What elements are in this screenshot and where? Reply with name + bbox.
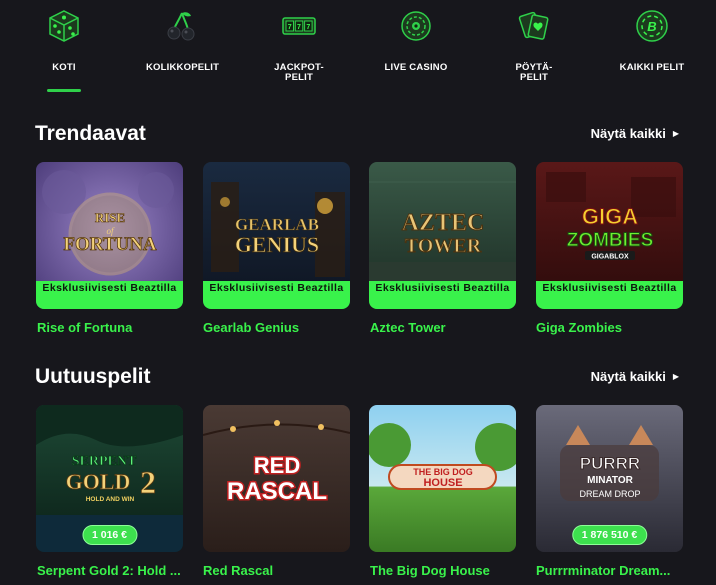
game-card-the-big-dog-house[interactable]: THE BIG DOG HOUSE xyxy=(369,405,516,552)
game-title[interactable]: The Big Dog House xyxy=(370,563,520,578)
game-title[interactable]: Gearlab Genius xyxy=(203,320,353,335)
arrow-right-icon: ▶ xyxy=(672,372,679,381)
game-card-gearlab-genius[interactable]: GEARLAB GENIUS Eksklusiivisesti Beaztill… xyxy=(203,162,350,309)
game-title[interactable]: Purrrminator Dream... xyxy=(536,563,686,578)
nav-item-jackpot-pelit[interactable]: 7 7 7 JACKPOT-PELIT xyxy=(249,0,349,96)
svg-text:7: 7 xyxy=(297,24,301,31)
svg-text:GIGA: GIGA xyxy=(582,204,638,229)
jackpot-amount-badge: 1 016 € xyxy=(81,525,138,545)
see-all-label: Näytä kaikki xyxy=(590,126,666,141)
cherries-icon xyxy=(161,6,201,46)
nav-item-kaikki-pelit[interactable]: B KAIKKI PELIT xyxy=(602,0,702,96)
nav-label: KOLIKKOPELIT xyxy=(146,62,220,73)
game-title[interactable]: Red Rascal xyxy=(203,563,353,578)
nav-label: KAIKKI PELIT xyxy=(619,62,685,73)
svg-text:AZTEC: AZTEC xyxy=(402,210,485,236)
game-art: THE BIG DOG HOUSE xyxy=(369,405,516,552)
game-card-serpent-gold-2[interactable]: SERPENT GOLD 2 HOLD AND WIN 1 016 € xyxy=(36,405,183,552)
dice-icon xyxy=(44,6,84,46)
roulette-icon xyxy=(396,6,436,46)
nav-label: LIVE CASINO xyxy=(384,62,448,73)
section-title-trending: Trendaavat xyxy=(35,122,146,145)
nav-item-kolikkopelit[interactable]: KOLIKKOPELIT xyxy=(131,0,231,96)
see-all-label: Näytä kaikki xyxy=(590,369,666,384)
svg-text:7: 7 xyxy=(306,24,310,31)
svg-text:PURRR: PURRR xyxy=(580,454,640,473)
svg-text:B: B xyxy=(647,19,656,34)
svg-text:2: 2 xyxy=(140,464,156,500)
game-title[interactable]: Aztec Tower xyxy=(370,320,520,335)
nav-label: KOTI xyxy=(52,62,76,73)
nav-label: JACKPOT-PELIT xyxy=(274,62,324,83)
game-card-rise-of-fortuna[interactable]: RISE of FORTUNA Eksklusiivisesti Beaztil… xyxy=(36,162,183,309)
svg-text:TOWER: TOWER xyxy=(405,235,482,257)
svg-text:HOUSE: HOUSE xyxy=(423,477,462,489)
svg-text:SERPENT: SERPENT xyxy=(72,454,137,469)
svg-text:ZOMBIES: ZOMBIES xyxy=(567,230,654,251)
svg-text:FORTUNA: FORTUNA xyxy=(63,234,157,255)
section-title-new-games: Uutuuspelit xyxy=(35,365,151,388)
svg-text:GIGABLOX: GIGABLOX xyxy=(591,254,629,261)
game-title[interactable]: Serpent Gold 2: Hold ... xyxy=(37,563,187,578)
see-all-trending-link[interactable]: Näytä kaikki ▶ xyxy=(591,126,679,141)
svg-text:RISE: RISE xyxy=(95,210,125,225)
exclusive-badge: Eksklusiivisesti Beaztilla xyxy=(536,281,683,309)
exclusive-badge: Eksklusiivisesti Beaztilla xyxy=(369,281,516,309)
svg-text:RED: RED xyxy=(254,453,300,478)
exclusive-badge: Eksklusiivisesti Beaztilla xyxy=(203,281,350,309)
svg-text:7: 7 xyxy=(288,24,292,31)
svg-text:HOLD AND WIN: HOLD AND WIN xyxy=(86,496,135,503)
active-tab-indicator xyxy=(47,89,81,92)
jackpot-amount-badge: 1 876 510 € xyxy=(571,525,648,545)
slot-reels-icon: 7 7 7 xyxy=(279,6,319,46)
arrow-right-icon: ▶ xyxy=(672,129,679,138)
svg-text:DREAM DROP: DREAM DROP xyxy=(579,489,640,499)
game-art: RED RASCAL xyxy=(203,405,350,552)
game-card-red-rascal[interactable]: RED RASCAL xyxy=(203,405,350,552)
game-title[interactable]: Giga Zombies xyxy=(536,320,686,335)
exclusive-badge: Eksklusiivisesti Beaztilla xyxy=(36,281,183,309)
nav-item-live-casino[interactable]: LIVE CASINO xyxy=(366,0,466,96)
category-nav: KOTI KOLIKKOPELIT 7 7 7 JACKPOT-PELIT LI… xyxy=(0,0,716,96)
svg-text:GOLD: GOLD xyxy=(66,469,131,494)
nav-item-koti[interactable]: KOTI xyxy=(14,0,114,96)
game-card-purrrminator-dream-drop[interactable]: PURRR MINATOR DREAM DROP 1 876 510 € xyxy=(536,405,683,552)
game-card-giga-zombies[interactable]: GIGA ZOMBIES GIGABLOX Eksklusiivisesti B… xyxy=(536,162,683,309)
svg-text:GENIUS: GENIUS xyxy=(235,232,319,257)
nav-item-poyta-pelit[interactable]: PÖYTÄ- PELIT xyxy=(484,0,584,96)
svg-text:RASCAL: RASCAL xyxy=(227,478,327,505)
playing-cards-icon xyxy=(514,6,554,46)
nav-label: PÖYTÄ- PELIT xyxy=(515,62,553,83)
svg-text:THE BIG DOG: THE BIG DOG xyxy=(413,467,473,477)
svg-text:MINATOR: MINATOR xyxy=(587,475,634,486)
see-all-new-games-link[interactable]: Näytä kaikki ▶ xyxy=(591,369,679,384)
game-card-aztec-tower[interactable]: AZTEC TOWER Eksklusiivisesti Beaztilla xyxy=(369,162,516,309)
all-games-icon: B xyxy=(632,6,672,46)
game-title[interactable]: Rise of Fortuna xyxy=(37,320,187,335)
